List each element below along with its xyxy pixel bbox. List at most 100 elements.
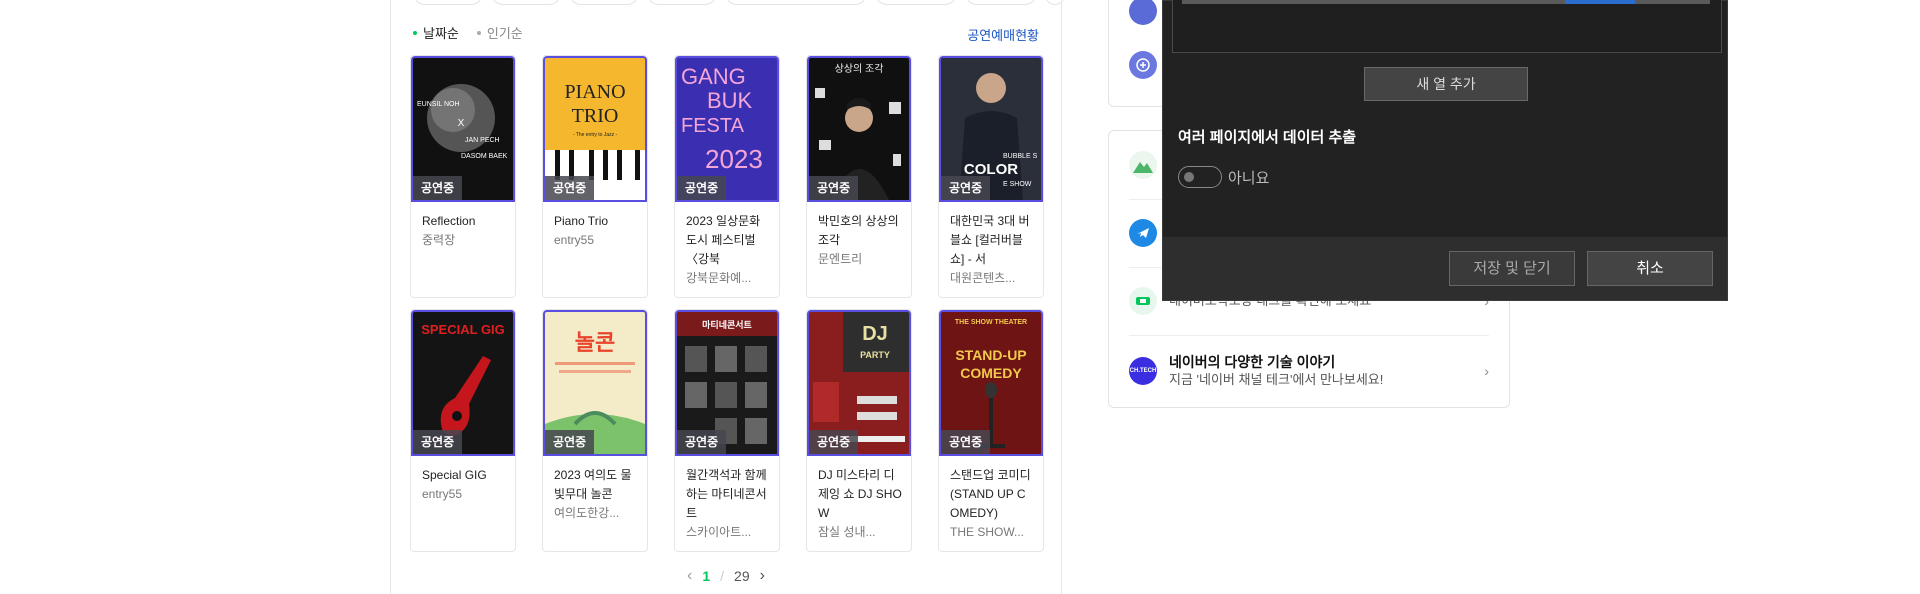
filter-chip[interactable] xyxy=(725,0,867,5)
chevron-right-icon: › xyxy=(1484,363,1489,379)
tech-channel-icon: CH.TECH xyxy=(1129,357,1157,385)
svg-text:SPECIAL GIG: SPECIAL GIG xyxy=(421,322,505,337)
poster-image: THE SHOW THEATER STAND-UP COMEDY 공연중 xyxy=(939,310,1043,456)
performance-title: 2023 여의도 물빛무대 놀콘 xyxy=(554,468,632,501)
svg-text:놀콘: 놀콘 xyxy=(575,331,615,356)
performance-venue: entry55 xyxy=(554,233,595,247)
performance-card[interactable]: PIANO TRIO - The entry to Jazz - 공연중 Pia… xyxy=(542,55,648,298)
performance-title: 스탠드업 코미디 (STAND UP COMEDY) xyxy=(950,468,1031,520)
performance-card[interactable]: BUBBLE S COLOR E SHOW 공연중 대한민국 3대 버블쇼 [컬… xyxy=(938,55,1044,298)
performance-venue: 스카이아트... xyxy=(686,525,752,539)
toggle-knob xyxy=(1184,172,1194,182)
extraction-settings-dialog: 새 열 추가 여러 페이지에서 데이터 추출 아니요 저장 및 닫기 취소 xyxy=(1162,0,1728,301)
status-badge: 공연중 xyxy=(941,430,991,454)
card-info: DJ 미스타리 디제잉 쇼 DJ SHOW 잠실 성내... xyxy=(807,456,911,550)
poster-image: 마티네콘서트 공연중 xyxy=(675,310,779,456)
tech-icon-label: CH.TECH xyxy=(1129,368,1157,374)
poster-image: EUNSIL NOH X JAN PECH DASOM BAEK 공연중 xyxy=(411,56,515,202)
poster-image: 놀콘 공연중 xyxy=(543,310,647,456)
multi-page-toggle[interactable] xyxy=(1178,166,1222,188)
poster-image: 상상의 조각 공연중 xyxy=(807,56,911,202)
performance-card[interactable]: DJ PARTY 공연중 DJ 미스타리 디제잉 쇼 DJ SHOW 잠실 성내… xyxy=(806,309,912,552)
mountain-icon xyxy=(1129,151,1157,179)
performance-title: 대한민국 3대 버블쇼 [컬러버블쇼] - 서 xyxy=(950,214,1030,266)
booking-status-link[interactable]: 공연예매현황 xyxy=(967,25,1039,44)
sort-by-popularity[interactable]: 인기순 xyxy=(476,23,523,42)
poster-image: SPECIAL GIG 공연중 xyxy=(411,310,515,456)
status-badge: 공연중 xyxy=(545,430,595,454)
performance-venue: 문엔트리 xyxy=(818,252,863,266)
svg-text:EUNSIL NOH: EUNSIL NOH xyxy=(417,101,460,108)
poster-image: DJ PARTY 공연중 xyxy=(807,310,911,456)
add-column-button[interactable]: 새 열 추가 xyxy=(1364,67,1528,101)
current-page: 1 xyxy=(702,568,711,584)
svg-text:JAN PECH: JAN PECH xyxy=(465,137,500,144)
save-and-close-button[interactable]: 저장 및 닫기 xyxy=(1449,251,1575,286)
filter-chip[interactable] xyxy=(1045,0,1065,5)
sort-popular-label: 인기순 xyxy=(486,26,523,41)
performance-venue: 잠실 성내... xyxy=(818,525,876,539)
status-badge: 공연중 xyxy=(413,430,463,454)
scrollbar-thumb[interactable] xyxy=(1565,0,1635,4)
performance-title: DJ 미스타리 디제잉 쇼 DJ SHOW xyxy=(818,468,902,520)
performance-title: 박민호의 상상의 조각 xyxy=(818,214,899,247)
status-badge: 공연중 xyxy=(677,430,727,454)
performance-card[interactable]: GANG BUK FESTA 2023 공연중 2023 일상문화도시 페스티벌… xyxy=(674,55,780,298)
performance-section: 날짜순 인기순 공연예매현황 EUNSIL NOH X JAN PECH DAS… xyxy=(390,0,1065,594)
performance-venue: THE SHOW... xyxy=(950,525,1025,539)
filter-chip[interactable] xyxy=(647,0,717,5)
performance-venue: 대원콘텐츠... xyxy=(950,271,1016,285)
svg-text:BUK: BUK xyxy=(707,88,753,113)
performance-title: Reflection xyxy=(422,214,476,228)
filter-chip[interactable] xyxy=(965,0,1037,5)
airplane-icon xyxy=(1129,219,1157,247)
performance-card[interactable]: SPECIAL GIG 공연중 Special GIG entry55 xyxy=(410,309,516,552)
poster-image: GANG BUK FESTA 2023 공연중 xyxy=(675,56,779,202)
performance-venue: entry55 xyxy=(422,487,463,501)
svg-text:FESTA: FESTA xyxy=(681,115,745,137)
card-info: Piano Trio entry55 xyxy=(543,202,647,258)
horizontal-scrollbar[interactable] xyxy=(1182,0,1710,4)
active-dot-icon xyxy=(413,30,417,35)
filter-chip[interactable] xyxy=(875,0,957,5)
cancel-button[interactable]: 취소 xyxy=(1587,251,1713,286)
svg-text:E SHOW: E SHOW xyxy=(1003,181,1032,188)
svg-text:GANG: GANG xyxy=(681,64,746,89)
page-separator: / xyxy=(720,568,725,584)
performance-title: 월간객석과 함께하는 마티네콘서트 xyxy=(686,468,767,520)
performance-card[interactable]: 놀콘 공연중 2023 여의도 물빛무대 놀콘 여의도한강... xyxy=(542,309,648,552)
svg-text:상상의 조각: 상상의 조각 xyxy=(835,63,884,75)
svg-text:2023: 2023 xyxy=(705,144,763,174)
svg-text:BUBBLE S: BUBBLE S xyxy=(1003,153,1038,160)
filter-chip[interactable] xyxy=(413,0,483,5)
filter-chip[interactable] xyxy=(569,0,639,5)
svg-text:DJ: DJ xyxy=(862,323,888,345)
service-row[interactable]: CH.TECH 네이버의 다양한 기술 이야기 지금 '네이버 채널 테크'에서… xyxy=(1129,337,1489,405)
service-icon xyxy=(1129,0,1157,25)
svg-text:PIANO: PIANO xyxy=(564,81,625,103)
card-info: 월간객석과 함께하는 마티네콘서트 스카이아트... xyxy=(675,456,779,550)
performance-card[interactable]: 마티네콘서트 공연중 월간객석과 함께하는 마티네콘서트 스카이아트... xyxy=(674,309,780,552)
status-badge: 공연중 xyxy=(809,430,859,454)
chevron-left-icon[interactable]: ‹ xyxy=(687,567,692,585)
performance-card[interactable]: 상상의 조각 공연중 박민호의 상상의 조각 문엔트리 xyxy=(806,55,912,298)
status-badge: 공연중 xyxy=(413,176,463,200)
chevron-right-icon[interactable]: › xyxy=(760,567,765,585)
pagination: ‹ 1 / 29 › xyxy=(391,567,1061,585)
sort-by-date[interactable]: 날짜순 xyxy=(413,23,459,42)
svg-text:STAND-UP: STAND-UP xyxy=(955,347,1026,363)
filter-chip[interactable] xyxy=(491,0,561,5)
card-info: Reflection 중력장 xyxy=(411,202,515,258)
status-badge: 공연중 xyxy=(941,176,991,200)
plus-circle-icon xyxy=(1129,51,1157,79)
performance-card[interactable]: THE SHOW THEATER STAND-UP COMEDY 공연중 스탠드… xyxy=(938,309,1044,552)
dot-icon xyxy=(476,30,481,35)
total-pages: 29 xyxy=(734,568,750,584)
sort-options: 날짜순 인기순 xyxy=(413,23,523,42)
delivery-icon xyxy=(1129,287,1157,315)
multi-page-heading: 여러 페이지에서 데이터 추출 xyxy=(1178,129,1357,146)
svg-text:COMEDY: COMEDY xyxy=(960,365,1022,381)
performance-card[interactable]: EUNSIL NOH X JAN PECH DASOM BAEK 공연중 Ref… xyxy=(410,55,516,298)
service-subtitle: 지금 '네이버 채널 테크'에서 만나보세요! xyxy=(1169,372,1384,387)
performance-title: Piano Trio xyxy=(554,214,609,228)
